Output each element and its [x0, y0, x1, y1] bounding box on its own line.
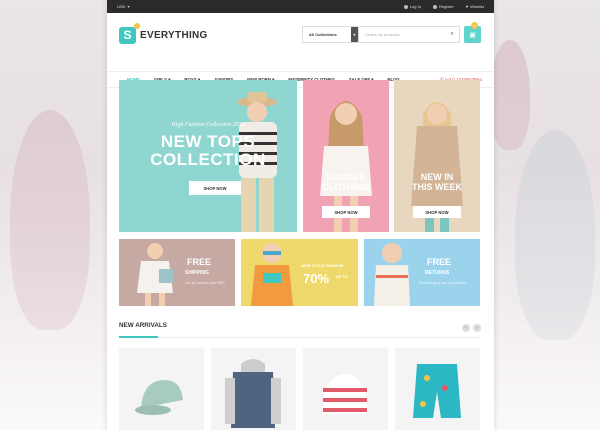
logo-mark: S: [119, 22, 140, 44]
search-icon: ⌕: [450, 31, 454, 37]
carousel-arrows: ‹ ›: [462, 324, 481, 332]
banner-title-2: SHIPPING: [185, 270, 209, 276]
chevron-down-icon: ▾: [351, 27, 358, 42]
logo-text: EVERYTHING: [140, 29, 208, 41]
shorts-image: [413, 364, 461, 418]
key-icon: [432, 4, 437, 9]
banner-percent: 70%: [303, 271, 330, 286]
banner-title-2: RETURNS: [425, 270, 450, 276]
register-label: Register: [438, 4, 454, 9]
hero-shop-now-button[interactable]: SHOP NOW: [189, 181, 241, 195]
boy-image: [374, 243, 410, 306]
tile-title-line2: CLOTHING: [322, 181, 370, 192]
top-bar: USD ▾ Log In Register ♥ Wishlist: [107, 0, 494, 13]
banner-title-1: FREE: [187, 257, 212, 267]
hero-slider[interactable]: High Fashion Collection 2016 NEW TOPS COL…: [119, 80, 297, 232]
sun-icon: [134, 22, 140, 29]
new-in-shop-now-button[interactable]: SHOP NOW: [413, 206, 461, 218]
hero-title: NEW TOPS COLLECTION: [119, 133, 297, 169]
chevron-left-icon[interactable]: ‹: [462, 324, 470, 332]
cart-button[interactable]: ▣ 0: [464, 22, 481, 43]
category-select[interactable]: All Collections ▾: [303, 27, 359, 42]
tile-title: NEW IN THIS WEEK: [394, 172, 480, 192]
girl-bag-image: [137, 243, 173, 306]
login-label: Log In: [409, 4, 421, 9]
search-input[interactable]: Search by products: [359, 32, 445, 37]
beanie-image: [323, 374, 367, 414]
product-card-vest[interactable]: [211, 348, 296, 430]
user-icon: [403, 4, 408, 9]
tile-title: SUMMER CLOTHING: [303, 172, 389, 192]
banner-text: Returning is not a problem: [419, 280, 466, 285]
site-frame: USD ▾ Log In Register ♥ Wishlist S EVERYTH…: [107, 0, 494, 430]
chevron-down-icon: ▾: [127, 4, 130, 9]
cap-image: [135, 380, 183, 415]
sale-banner[interactable]: NEW STYLE FASHION 70% UP TO: [241, 239, 358, 306]
vest-image: [225, 359, 281, 428]
chevron-right-icon[interactable]: ›: [473, 324, 481, 332]
product-card-shorts[interactable]: [395, 348, 480, 430]
cart-count-badge: 0: [471, 22, 478, 29]
tile-title-line2: THIS WEEK: [411, 181, 462, 192]
banner-off: UP TO: [336, 274, 349, 279]
banner-text: On all orders over $99: [185, 280, 225, 285]
wishlist-link[interactable]: ♥ Wishlist: [466, 4, 484, 9]
currency-select[interactable]: USD ▾: [117, 4, 129, 9]
product-card-beanie[interactable]: [303, 348, 388, 430]
banner-small: NEW STYLE FASHION: [301, 263, 344, 268]
product-card-cap[interactable]: [119, 348, 204, 430]
search-bar: All Collections ▾ Search by products ⌕: [302, 26, 460, 43]
bag-icon: ▣: [469, 31, 476, 39]
login-link[interactable]: Log In: [403, 4, 421, 9]
section-divider: [119, 337, 480, 338]
section-title: NEW ARRIVALS: [119, 322, 167, 329]
wishlist-label: Wishlist: [470, 4, 484, 9]
logo[interactable]: S EVERYTHING: [119, 22, 208, 44]
hero-title-line1: NEW TOPS: [160, 132, 256, 151]
summer-shop-now-button[interactable]: SHOP NOW: [322, 206, 370, 218]
boy-glasses-image: [251, 243, 293, 306]
logo-letter: S: [123, 28, 132, 42]
category-select-label: All Collections: [309, 32, 337, 37]
hero-subtitle: High Fashion Collection 2016: [171, 122, 245, 128]
free-shipping-banner[interactable]: FREE SHIPPING On all orders over $99: [119, 239, 235, 306]
banner-title-1: FREE: [427, 257, 452, 267]
section-underline: [119, 336, 158, 338]
new-in-week-tile[interactable]: NEW IN THIS WEEK SHOP NOW: [394, 80, 480, 232]
summer-clothing-tile[interactable]: SUMMER CLOTHING SHOP NOW: [303, 80, 389, 232]
free-returns-banner[interactable]: FREE RETURNS Returning is not a problem: [364, 239, 480, 306]
currency-label: USD: [117, 4, 126, 9]
hero-title-line2: COLLECTION: [150, 150, 266, 169]
heart-icon: ♥: [465, 4, 469, 9]
search-button[interactable]: ⌕: [445, 27, 459, 42]
register-link[interactable]: Register: [432, 4, 454, 9]
